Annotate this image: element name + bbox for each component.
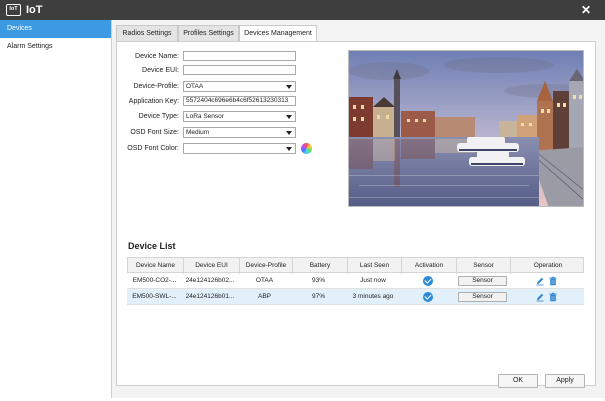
- city-canal-photo: [349, 51, 583, 206]
- close-icon[interactable]: ✕: [581, 3, 591, 17]
- tab-radios-settings[interactable]: Radios Settings: [116, 25, 178, 41]
- sidebar-item-label: Devices: [7, 25, 32, 32]
- camera-preview-image: [348, 50, 584, 207]
- osd-font-color-select[interactable]: [183, 143, 296, 154]
- device-profile-select[interactable]: OTAA: [183, 81, 296, 92]
- device-type-label: Device Type:: [138, 113, 179, 120]
- device-profile-value: OTAA: [186, 83, 204, 90]
- column-header-device-profile: Device-Profile: [239, 258, 292, 274]
- osd-font-size-select[interactable]: Medium: [183, 127, 296, 138]
- column-header-device-name: Device Name: [135, 262, 175, 269]
- device-name-input[interactable]: [183, 51, 296, 61]
- osd-font-color-label: OSD Font Color:: [127, 145, 179, 152]
- tab-profiles-settings[interactable]: Profiles Settings: [178, 25, 239, 41]
- application-key-label: Application Key:: [128, 98, 179, 105]
- color-picker-icon[interactable]: [301, 143, 312, 154]
- device-name-label: Device Name:: [135, 53, 179, 60]
- device-profile-cell: ABP: [257, 293, 271, 300]
- chevron-down-icon: [286, 115, 292, 119]
- device-type-select[interactable]: LoRa Sensor: [183, 111, 296, 122]
- window-title: IoT: [26, 4, 43, 16]
- device-profile-label: Device-Profile:: [133, 83, 179, 90]
- activation-check-icon: [423, 292, 433, 302]
- device-profile-cell: OTAA: [255, 277, 274, 284]
- battery-cell: 97%: [311, 293, 325, 300]
- sidebar-item-devices[interactable]: Devices: [0, 20, 111, 38]
- column-header-operation: Operation: [510, 258, 585, 274]
- trash-icon[interactable]: [548, 276, 558, 286]
- column-header-battery: Battery: [292, 258, 347, 274]
- last-seen-cell: Just now: [360, 277, 386, 284]
- trash-icon[interactable]: [548, 292, 558, 302]
- chevron-down-icon: [286, 85, 292, 89]
- sidebar-item-alarm-settings[interactable]: Alarm Settings: [0, 38, 111, 56]
- iot-icon: IoT: [6, 4, 21, 16]
- last-seen-cell: 3 minutes ago: [352, 293, 394, 300]
- activation-check-icon: [423, 276, 433, 286]
- device-name-cell: EM500-CO2-...: [132, 277, 177, 284]
- device-type-value: LoRa Sensor: [186, 113, 224, 120]
- sensor-button[interactable]: Sensor: [458, 276, 507, 286]
- column-header-last-seen: Last Seen: [347, 258, 401, 274]
- title-bar: IoT IoT ✕: [0, 0, 605, 20]
- device-eui-input[interactable]: [183, 65, 296, 75]
- column-header-device-eui: Device EUI: [183, 258, 239, 274]
- device-name-cell: EM500-SWL-...: [132, 293, 177, 300]
- edit-icon[interactable]: [535, 292, 545, 302]
- apply-button[interactable]: Apply: [545, 374, 585, 388]
- chevron-down-icon: [286, 147, 292, 151]
- sensor-button[interactable]: Sensor: [458, 292, 507, 302]
- device-list-title: Device List: [128, 241, 176, 251]
- column-header-activation: Activation: [401, 258, 456, 274]
- device-eui-cell: 24e124126b01...: [185, 293, 235, 300]
- tab-devices-management[interactable]: Devices Management: [239, 25, 317, 42]
- sidebar: Devices Alarm Settings: [0, 20, 112, 398]
- iot-window: IoT IoT ✕ Devices Alarm Settings Radios …: [0, 0, 605, 401]
- edit-icon[interactable]: [535, 276, 545, 286]
- device-eui-cell: 24e124126b02...: [185, 277, 235, 284]
- table-row[interactable]: EM500-CO2-... 24e124126b02... OTAA 93% J…: [127, 273, 584, 289]
- osd-font-size-value: Medium: [186, 129, 210, 136]
- ok-button[interactable]: OK: [498, 374, 538, 388]
- table-header: Device Name Device EUI Device-Profile Ba…: [127, 257, 585, 274]
- table-row[interactable]: EM500-SWL-... 24e124126b01... ABP 97% 3 …: [127, 289, 584, 305]
- chevron-down-icon: [286, 131, 292, 135]
- application-key-input[interactable]: 5572404c696e6b4c6f52613230313: [183, 96, 296, 106]
- column-header-sensor: Sensor: [456, 258, 510, 274]
- osd-font-size-label: OSD Font Size:: [130, 129, 179, 136]
- sidebar-item-label: Alarm Settings: [7, 43, 53, 50]
- battery-cell: 93%: [311, 277, 325, 284]
- device-eui-label: Device EUI:: [142, 67, 179, 74]
